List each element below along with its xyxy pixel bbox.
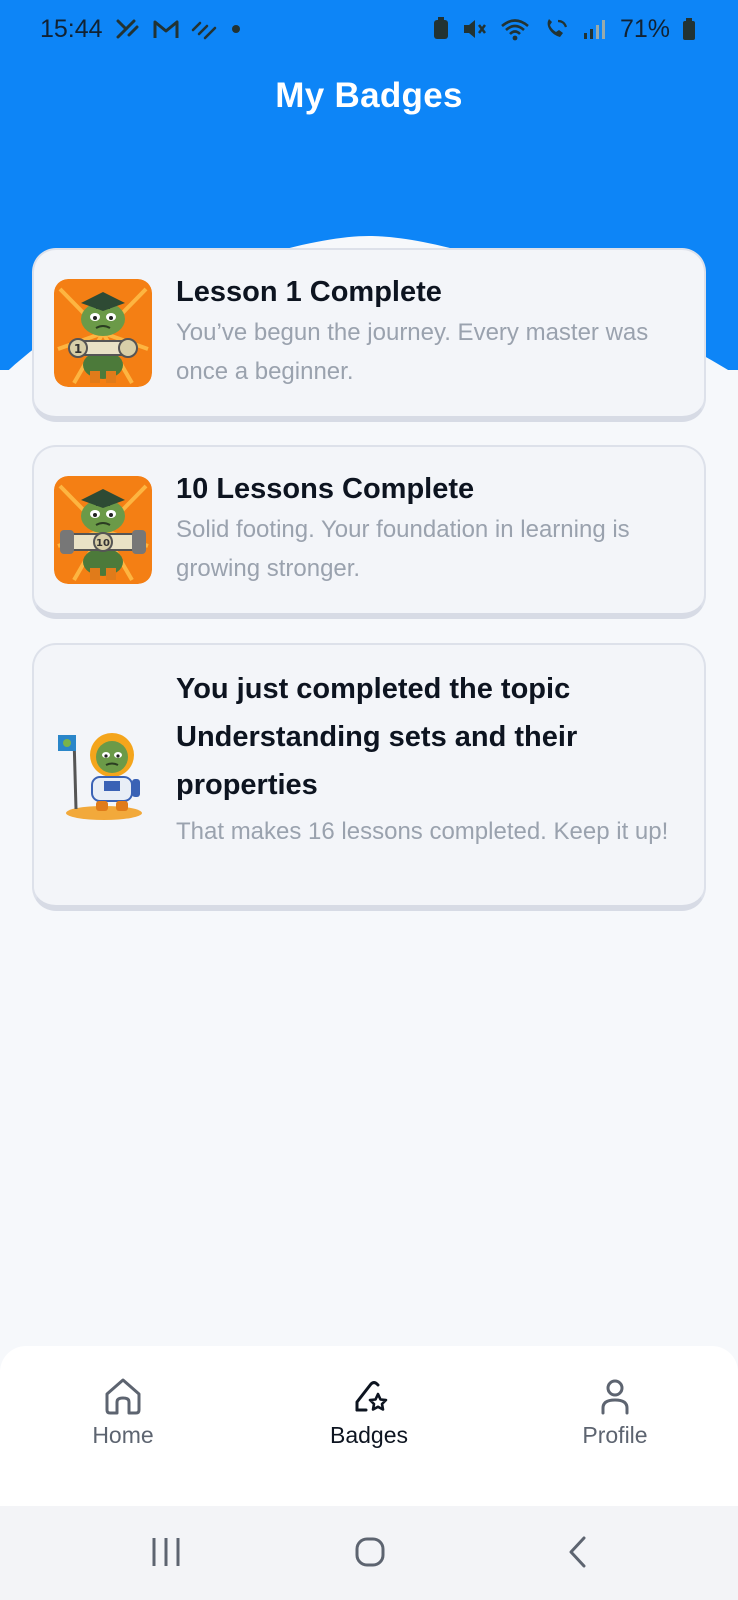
battery-icon	[682, 17, 696, 41]
frog-astronaut-flag-badge-icon	[54, 723, 154, 823]
system-navigation-bar	[0, 1506, 738, 1600]
dumbbell-label: 1	[74, 342, 82, 356]
bottom-nav: Home Badges Profile	[0, 1346, 738, 1506]
frog-graduate-dumbbell-badge-icon: 10	[54, 476, 152, 584]
badge-card[interactable]: You just completed the topic Understandi…	[32, 643, 706, 911]
page-title: My Badges	[275, 76, 463, 115]
recents-icon[interactable]	[148, 1536, 184, 1573]
app-notification-icon	[191, 18, 217, 40]
frog-graduate-dumbbell-badge-icon: 1	[54, 279, 152, 387]
badge-title: Lesson 1 Complete	[176, 276, 442, 308]
missed-call-icon	[115, 18, 141, 40]
status-bar: 15:44 71%	[0, 0, 738, 58]
badge-card[interactable]: 1 Lesson 1 Complete You’ve begun the jou…	[32, 248, 706, 422]
home-circle-icon[interactable]	[354, 1536, 386, 1573]
badge-description: That makes 16 lessons completed. Keep it…	[176, 818, 669, 845]
nav-label-profile: Profile	[582, 1422, 648, 1448]
badge-card[interactable]: 10 10 Lessons Complete Solid footing. Yo…	[32, 445, 706, 619]
nav-item-badges[interactable]: Badges	[269, 1376, 469, 1449]
profile-icon	[601, 1379, 629, 1415]
nav-label-badges: Badges	[329, 1422, 408, 1448]
battery-percent: 71%	[619, 14, 670, 43]
gmail-icon	[153, 18, 179, 40]
badge-description: Solid footing. Your foundation in learni…	[176, 516, 630, 582]
wifi-icon	[500, 17, 530, 41]
status-time: 15:44	[40, 14, 103, 43]
wifi-calling-icon	[542, 17, 570, 41]
battery-saver-icon	[432, 17, 450, 41]
badge-description: You’ve begun the journey. Every master w…	[176, 319, 649, 385]
nav-item-profile[interactable]: Profile	[515, 1376, 715, 1449]
more-notifications-dot-icon	[229, 18, 243, 40]
home-icon	[105, 1378, 141, 1415]
mute-icon	[462, 17, 488, 41]
badge-title: 10 Lessons Complete	[176, 473, 475, 505]
badge-title: You just completed the topic Understandi…	[176, 673, 578, 801]
nav-label-home: Home	[92, 1422, 154, 1448]
nav-item-home[interactable]: Home	[23, 1376, 223, 1449]
signal-icon	[582, 17, 608, 41]
badge-star-icon	[355, 1381, 388, 1412]
dumbbell-label: 10	[96, 538, 110, 549]
back-icon[interactable]	[566, 1536, 590, 1573]
